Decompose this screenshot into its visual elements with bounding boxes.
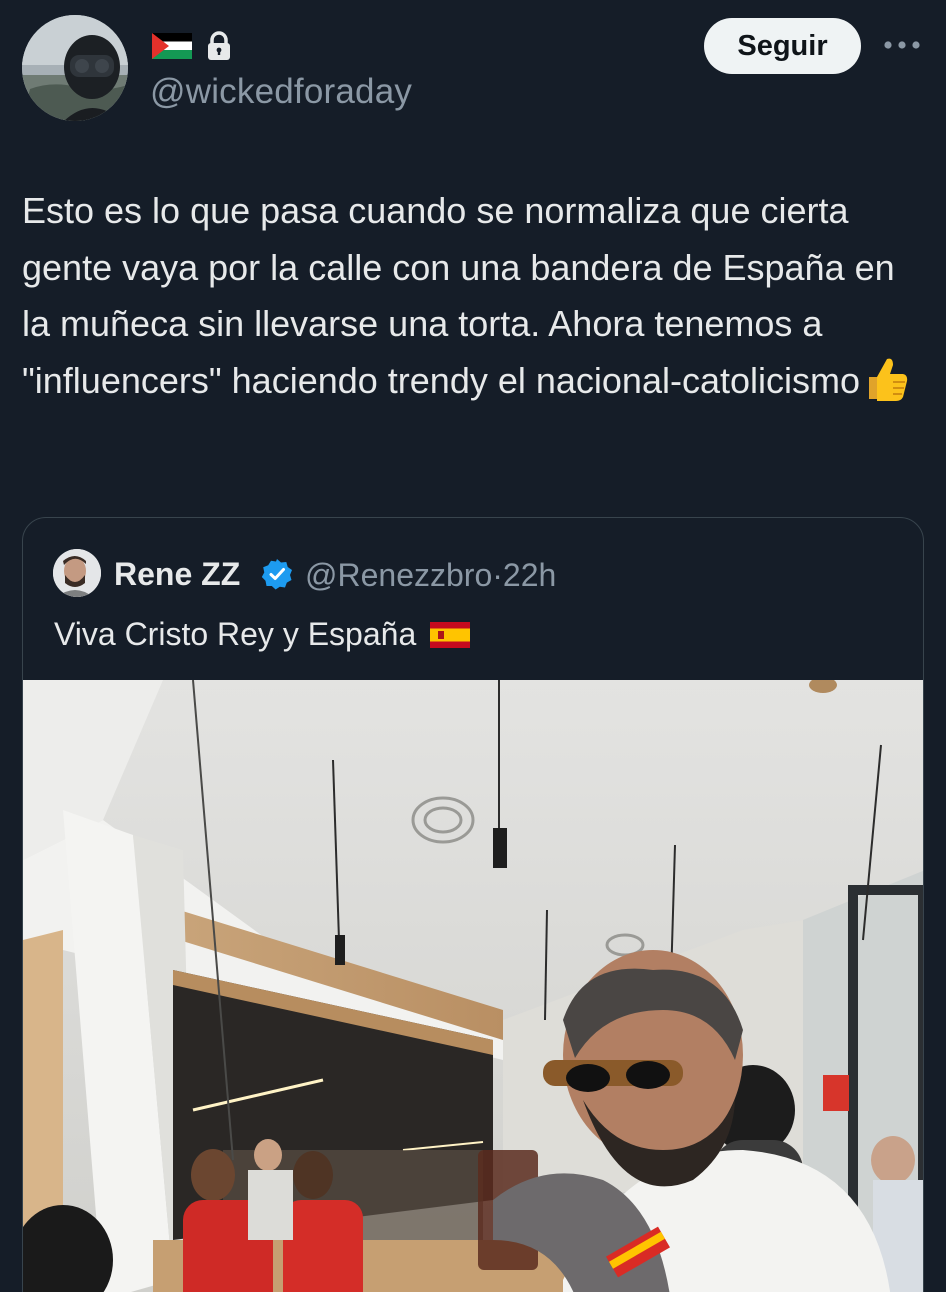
avatar-image	[22, 15, 128, 121]
author-avatar[interactable]	[22, 15, 128, 121]
quoted-author-avatar[interactable]	[53, 549, 101, 597]
post-text: Esto es lo que pasa cuando se normaliza …	[22, 183, 932, 409]
quoted-author-name[interactable]: Rene ZZ	[114, 556, 240, 593]
follow-button[interactable]: Seguir	[704, 18, 861, 74]
quoted-text: Viva Cristo Rey y España	[54, 616, 471, 653]
author-handle[interactable]: @wickedforaday	[150, 72, 412, 112]
quoted-timestamp[interactable]: 22h	[503, 557, 556, 594]
quoted-avatar-image	[53, 549, 101, 597]
lock-icon	[208, 31, 230, 60]
quoted-meta: @Renezzbro · 22h	[305, 557, 556, 594]
quoted-photo[interactable]	[23, 680, 924, 1292]
post-text-content: Esto es lo que pasa cuando se normaliza …	[22, 190, 895, 401]
meta-separator: ·	[492, 557, 503, 593]
post-header: @wickedforaday Seguir	[0, 0, 946, 140]
more-dots-icon	[884, 41, 920, 49]
quoted-text-content: Viva Cristo Rey y España	[54, 616, 417, 652]
thumbs-up-icon	[869, 358, 908, 401]
verified-badge-icon	[261, 559, 292, 590]
more-options-button[interactable]	[880, 30, 924, 60]
author-badges	[152, 28, 232, 64]
quoted-post[interactable]: Rene ZZ @Renezzbro · 22h Viva Cristo Rey…	[22, 517, 924, 1292]
palestine-flag-icon	[152, 33, 192, 59]
spain-flag-icon	[430, 621, 471, 648]
quoted-author-handle[interactable]: @Renezzbro	[305, 557, 492, 594]
